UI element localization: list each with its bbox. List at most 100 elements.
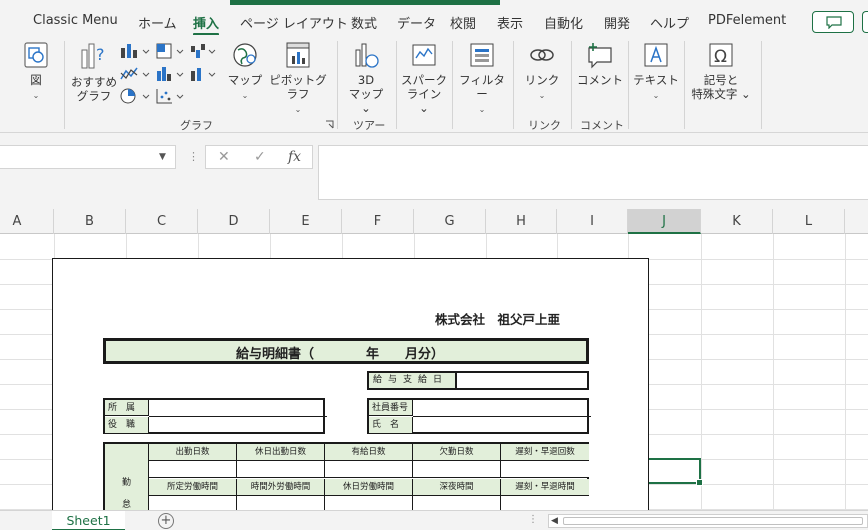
combo-chart-icon[interactable] [189,65,221,83]
svg-text:Ω: Ω [714,47,727,67]
line-chart-icon[interactable] [119,65,155,83]
tab-view[interactable]: 表示 [497,13,523,32]
ribbon-divider [761,41,762,129]
header-cell: 休日出勤日数 [237,444,325,461]
worksheet-grid[interactable]: A B C D E F G H I J K L 株式会社 祖父戸上亜 給与明細書… [0,209,868,510]
chevron-down-icon: ⌄ [478,105,486,114]
tab-formulas[interactable]: 数式 [351,13,377,32]
name-box[interactable] [0,145,176,169]
comments-button[interactable] [812,11,854,33]
scroll-left-icon[interactable]: ◀ [551,515,558,527]
svg-text:?: ? [96,45,105,64]
scatter-chart-icon[interactable] [155,87,191,105]
hierarchy-chart-icon[interactable] [155,42,191,60]
ribbon-divider [337,41,338,129]
sparklines-button[interactable]: スパーク ライン ⌄ [401,40,447,115]
new-comment-button[interactable]: コメント [576,40,624,87]
employee-box: 社員番号 氏名 [367,398,591,434]
tab-pdfelement[interactable]: PDFelement [708,13,786,28]
column-header-h[interactable]: H [486,209,557,234]
tab-data[interactable]: データ [397,13,436,32]
symbols-line1: 記号と [703,73,739,87]
column-header-i[interactable]: I [557,209,628,234]
pivot-chart-icon [286,42,310,68]
enter-icon[interactable]: ✓ [254,149,266,165]
insert-function-button[interactable]: fx [288,149,301,165]
ribbon: 図 ⌄ ? おすすめ グラフ マップ ⌄ ピボットグラフ ⌄ グラフ 3D マッ… [0,35,868,133]
scroll-thumb[interactable] [563,517,863,525]
ribbon-divider [684,41,685,129]
chevron-down-icon: ⌄ [652,91,660,100]
formula-input[interactable] [318,145,868,200]
column-header-b[interactable]: B [54,209,126,234]
column-header-l[interactable]: L [773,209,845,234]
pay-date-box: 給与支給日 [367,371,589,390]
recommended-charts-line2: グラフ [76,89,112,103]
pivot-chart-button[interactable]: ピボットグラフ ⌄ [266,40,330,117]
attendance-table: 勤 怠 出勤日数 休日出勤日数 有給日数 欠勤日数 遅刻・早退回数 所定労働時間… [103,442,589,510]
recommended-charts-line1: おすすめ [71,75,117,89]
ribbon-tabs: Classic Menu ホーム 挿入 ページ レイアウト 数式 データ 校閲 … [0,5,868,36]
tab-insert[interactable]: 挿入 [193,13,220,36]
tab-review[interactable]: 校閲 [450,13,476,32]
column-header-k[interactable]: K [701,209,773,234]
chevron-down-icon: ⌄ [32,91,40,100]
symbols-button[interactable]: Ω 記号と 特殊文字 ⌄ [688,40,754,101]
new-comment-icon [588,43,612,69]
column-header-a[interactable]: A [0,209,54,234]
resize-handle-icon[interactable]: ⋮ [188,150,199,163]
shapes-icon [24,42,48,68]
tab-automate[interactable]: 自動化 [544,13,583,32]
illustrations-button[interactable]: 図 ⌄ [14,40,58,103]
pie-chart-icon[interactable] [119,87,155,105]
maps-button[interactable]: マップ ⌄ [226,40,264,103]
value-cell [237,496,325,510]
column-header-f[interactable]: F [342,209,414,234]
header-cell: 遅刻・早退回数 [501,444,589,461]
resize-handle-icon[interactable]: ⋮ [528,514,538,525]
tab-help[interactable]: ヘルプ [650,13,689,32]
sheet-tab-sheet1[interactable]: Sheet1 [52,511,125,530]
column-header-c[interactable]: C [126,209,198,234]
add-sheet-button[interactable]: + [158,513,174,529]
column-header-d[interactable]: D [198,209,270,234]
payslip-image[interactable]: 株式会社 祖父戸上亜 給与明細書（ 年 月分） 給与支給日 所属 役職 社員番号… [52,258,649,510]
horizontal-scrollbar[interactable]: ◀ [548,514,868,528]
column-header-e[interactable]: E [270,209,342,234]
column-header-m[interactable] [845,209,868,234]
divider [149,416,327,417]
charts-group-label: グラフ [180,119,213,132]
attendance-side-label: 勤 怠 [105,444,149,510]
cancel-icon[interactable]: ✕ [218,149,230,165]
payslip-title: 給与明細書（ 年 月分） [236,347,445,362]
chevron-down-icon[interactable]: ▼ [159,152,166,162]
share-button[interactable] [862,11,868,33]
tab-classic-menu[interactable]: Classic Menu [33,13,118,28]
dialog-launcher-icon[interactable] [325,120,334,129]
statistic-chart-icon[interactable] [155,65,191,83]
symbols-line2: 特殊文字 ⌄ [691,87,751,101]
chevron-down-icon: ⌄ [294,105,302,114]
tab-page-layout[interactable]: ページ レイアウト [240,13,348,32]
3d-map-button[interactable]: 3D マップ ⌄ [344,40,388,115]
attendance-side-char-2: 怠 [121,500,131,510]
formula-bar: ▼ ⋮ ✕ ✓ fx [0,133,868,209]
recommended-charts-button[interactable]: ? おすすめ グラフ [70,40,118,103]
omega-icon: Ω [709,43,733,67]
column-header-j[interactable]: J [628,209,701,234]
tab-home[interactable]: ホーム [138,13,177,32]
pivot-chart-label: ピボットグラフ [269,73,327,101]
waterfall-chart-icon[interactable] [189,42,221,60]
column-chart-icon[interactable] [119,42,155,60]
tab-developer[interactable]: 開発 [604,13,630,32]
pay-date-label: 給与支給日 [369,373,457,388]
header-cell: 休日労働時間 [325,479,413,496]
link-icon [530,49,554,61]
gridline [773,234,774,510]
filters-button[interactable]: フィルター ⌄ [456,40,508,117]
maps-label: マップ [227,73,263,87]
column-header-g[interactable]: G [414,209,486,234]
text-button[interactable]: テキスト ⌄ [633,40,679,103]
divider [413,416,591,417]
link-button[interactable]: リンク ⌄ [520,40,564,103]
